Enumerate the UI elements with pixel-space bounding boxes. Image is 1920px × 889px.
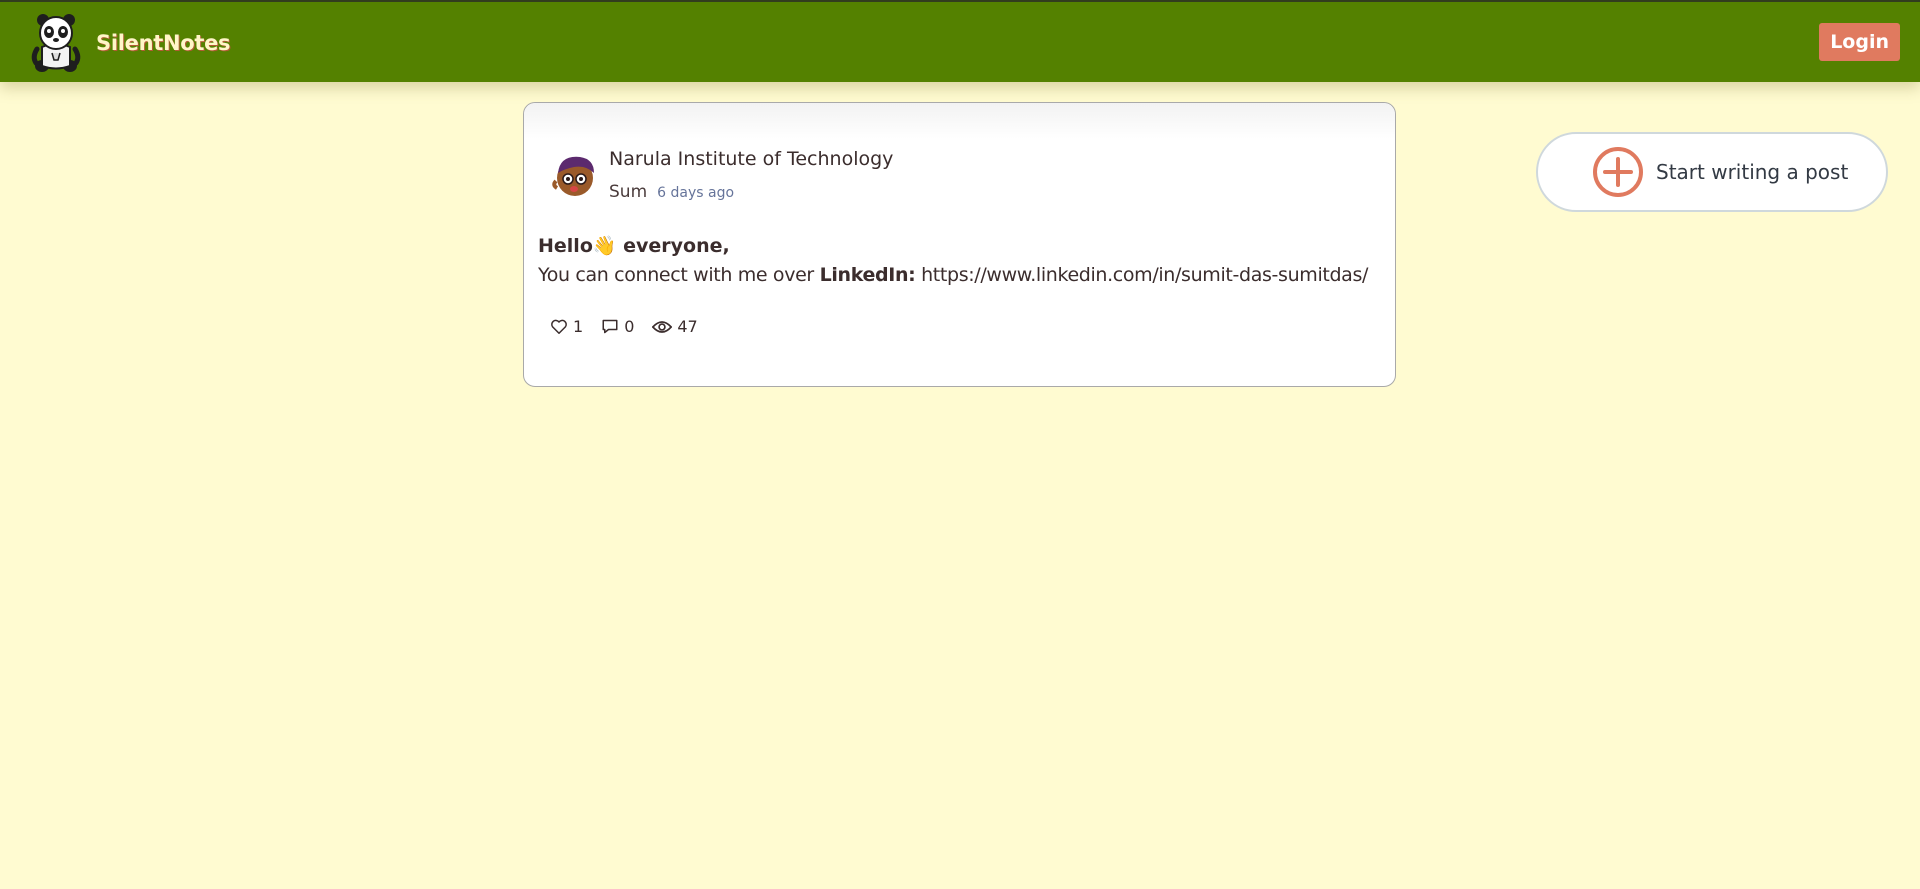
like-count: 1 [573,317,584,336]
avatar[interactable] [550,151,600,201]
views-indicator: 47 [652,317,698,336]
comment-button[interactable]: 0 [601,317,634,336]
brand-name: SilentNotes [96,31,231,55]
start-writing-post-button[interactable]: Start writing a post [1536,132,1888,212]
panda-logo-icon [31,14,81,72]
card-header-shade [524,103,1395,139]
linkedin-label: LinkedIn: [819,264,916,286]
post-body-text: You can connect with me over [538,264,820,286]
plus-circle-icon [1593,147,1643,197]
organization-name[interactable]: Narula Institute of Technology [609,148,893,170]
post-meta: Sum 6 days ago [609,182,734,202]
eye-icon [652,320,673,333]
top-navbar: SilentNotes Login [0,2,1920,82]
view-count: 47 [677,317,698,336]
login-button[interactable]: Login [1819,23,1900,61]
linkedin-url-link[interactable]: https://www.linkedin.com/in/sumit-das-su… [915,264,1368,286]
author-name[interactable]: Sum [609,182,647,202]
comment-count: 0 [624,317,635,336]
brand[interactable]: SilentNotes [28,10,231,76]
post-body-line: You can connect with me over LinkedIn: h… [538,264,1368,286]
comment-icon [602,319,618,334]
post-card[interactable]: Narula Institute of Technology Sum 6 day… [523,102,1396,387]
start-writing-label: Start writing a post [1656,160,1849,184]
post-timestamp: 6 days ago [657,185,735,201]
post-greeting: Hello👋 everyone, [538,235,730,257]
heart-icon [551,319,567,334]
like-button[interactable]: 1 [550,317,583,336]
post-stats: 1 0 47 [550,317,716,336]
